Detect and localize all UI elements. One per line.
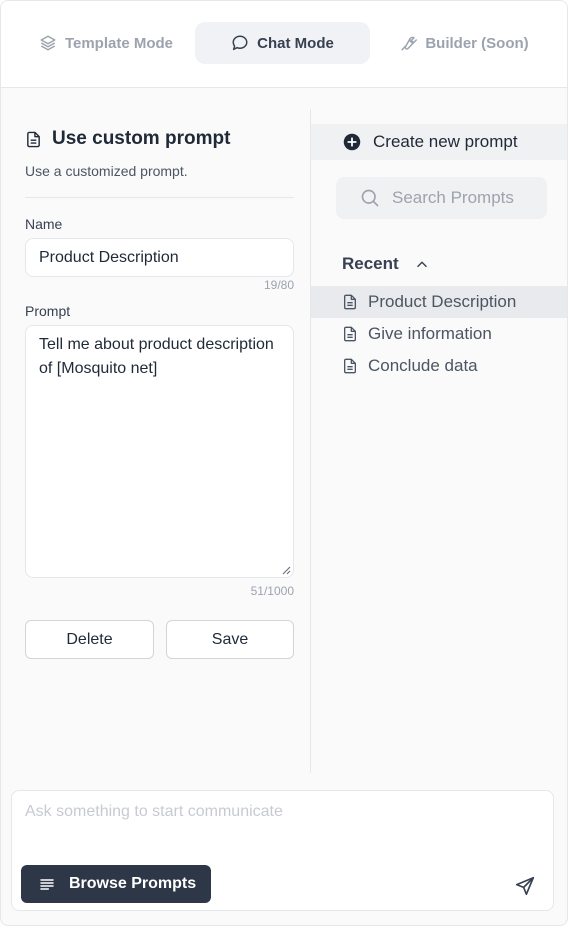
create-prompt-label: Create new prompt — [373, 132, 518, 151]
list-item-label: Product Description — [368, 292, 517, 311]
search-placeholder: Search Prompts — [392, 188, 514, 207]
search-icon — [361, 189, 379, 207]
mode-tabs: Template Mode Chat Mode Builder (Soon) — [1, 1, 567, 88]
search-input[interactable]: Search Prompts — [336, 177, 547, 219]
save-button[interactable]: Save — [166, 620, 294, 659]
tab-label: Chat Mode — [257, 34, 334, 52]
message-composer[interactable]: Ask something to start communicate Brows… — [11, 790, 554, 911]
resize-handle-icon[interactable] — [282, 566, 291, 575]
prompt-text: Tell me about product description of [Mo… — [39, 336, 274, 377]
name-label: Name — [25, 216, 63, 232]
prompt-textarea[interactable]: Tell me about product description of [Mo… — [25, 325, 294, 578]
document-icon — [344, 326, 356, 342]
prompt-label: Prompt — [25, 303, 71, 319]
delete-button[interactable]: Delete — [25, 620, 154, 659]
browse-prompts-label: Browse Prompts — [69, 875, 197, 892]
chevron-up-icon — [416, 261, 427, 268]
tab-label: Template Mode — [64, 34, 174, 52]
tab-chat-mode[interactable]: Chat Mode — [195, 22, 370, 64]
list-item[interactable]: Give information — [311, 318, 567, 350]
page-title: Use custom prompt — [52, 128, 231, 149]
send-icon[interactable] — [514, 875, 536, 897]
layers-icon — [40, 35, 56, 51]
browse-prompts-button[interactable]: Browse Prompts — [21, 865, 211, 903]
list-item[interactable]: Conclude data — [311, 350, 567, 382]
chat-bubble-icon — [232, 35, 248, 51]
list-item[interactable]: Product Description — [311, 286, 567, 318]
recent-label: Recent — [342, 254, 399, 273]
name-char-count: 19/80 — [263, 278, 294, 292]
document-icon — [344, 358, 356, 374]
prompt-list-panel: Create new prompt Search Prompts Recent … — [310, 109, 567, 773]
app-window: Template Mode Chat Mode Builder (Soon) U… — [0, 0, 568, 926]
document-icon — [344, 294, 356, 310]
plus-circle-icon — [343, 133, 361, 151]
tab-label: Builder (Soon) — [425, 34, 529, 52]
create-prompt-button[interactable]: Create new prompt — [311, 124, 567, 160]
tab-builder[interactable]: Builder (Soon) — [381, 22, 547, 64]
list-item-label: Give information — [368, 324, 492, 343]
document-icon — [27, 131, 40, 147]
name-field[interactable]: Product Description — [25, 238, 294, 277]
list-item-label: Conclude data — [368, 356, 478, 375]
text-lines-icon — [40, 879, 54, 890]
wrench-icon — [401, 36, 418, 51]
page-subtitle: Use a customized prompt. — [25, 163, 188, 179]
divider — [25, 197, 294, 198]
prompt-char-count: 51/1000 — [250, 584, 294, 598]
custom-prompt-panel: Use custom prompt Use a customized promp… — [1, 88, 310, 774]
tab-template-mode[interactable]: Template Mode — [23, 22, 189, 64]
recent-toggle[interactable]: Recent — [342, 254, 429, 274]
custom-prompt-header: Use custom prompt — [25, 128, 230, 150]
message-placeholder: Ask something to start communicate — [25, 803, 283, 820]
